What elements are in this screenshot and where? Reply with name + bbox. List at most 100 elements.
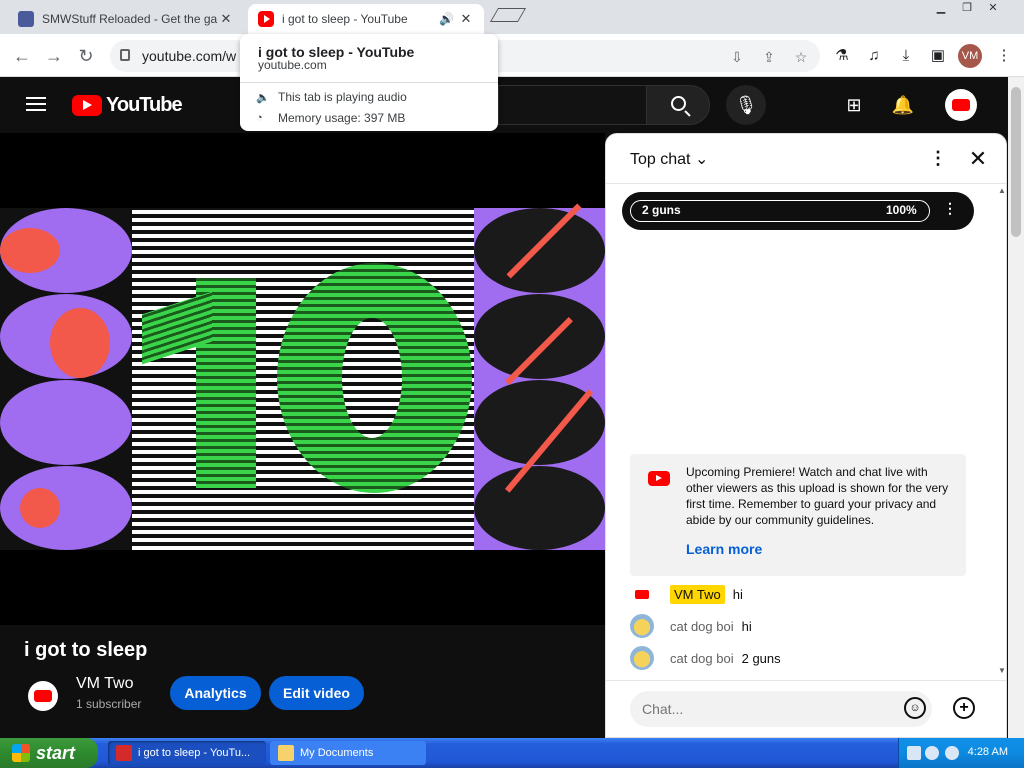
art-digit-zero-hole [342,318,402,438]
volume-icon[interactable] [945,746,959,760]
hovercard-audio-row: 🔈 This tab is playing audio [256,90,407,104]
youtube-masthead: YouTube 🎙 ⊞ 🔔 [0,77,1024,133]
gauge-icon: ◔ [256,112,263,124]
youtube-logo[interactable]: YouTube [72,94,183,117]
channel-avatar[interactable] [28,681,58,711]
chat-input[interactable] [630,691,932,727]
learn-more-link[interactable]: Learn more [686,541,762,557]
chat-more-options-icon[interactable]: ⋮ [928,148,948,169]
chat-message: cat dog boi hi [630,613,970,639]
close-chat-icon[interactable]: ✕ [966,146,990,172]
taskbar-clock[interactable]: 4:28 AM [968,746,1008,758]
guide-menu-icon[interactable] [26,97,46,111]
system-tray: 4:28 AM [898,738,1024,768]
lock-icon[interactable] [120,49,130,61]
taskbar-item-label: My Documents [300,747,374,759]
poll-option-label: 2 guns [642,203,681,217]
chat-mode-dropdown[interactable]: Top chat ⌄ [630,149,708,169]
chat-scrollbar[interactable]: ▲ ▼ [996,184,1006,680]
message-text: 2 guns [741,650,781,666]
taskbar-item-label: i got to sleep - YouTu... [138,747,251,759]
chat-message: VM Two hi [630,581,970,607]
create-video-icon[interactable]: ⊞ [842,93,866,117]
keyboard-icon[interactable] [907,746,921,760]
new-tab-button[interactable] [489,8,527,22]
window-controls: ▁ ❐ ✕ [928,0,1006,18]
art-circle [474,208,605,293]
search-input[interactable] [498,85,646,125]
bookmark-star-icon[interactable]: ☆ [792,48,810,66]
search-button[interactable] [646,85,710,125]
youtube-wordmark: YouTube [106,94,183,116]
speaker-icon[interactable]: 🔊 [439,12,454,26]
poll-more-options-icon[interactable]: ⋮ [942,200,958,217]
reload-icon[interactable]: ↻ [74,44,98,68]
search-icon [671,96,686,111]
art-circle [474,294,605,379]
labs-flask-icon[interactable]: ⚗ [832,46,852,66]
tab-title: i got to sleep - YouTube [282,12,408,26]
youtube-favicon-icon [258,11,274,27]
video-info: i got to sleep VM Two 1 subscriber Analy… [0,625,605,738]
chevron-down-icon: ⌄ [694,151,709,168]
chat-message: cat dog boi 2 guns [630,645,970,671]
downloads-icon[interactable]: ⤓ [896,46,916,66]
close-window-icon[interactable]: ✕ [980,0,1006,16]
taskbar-item-youtube[interactable]: i got to sleep - YouTu... [108,741,266,765]
minimize-icon[interactable]: ▁ [928,0,954,16]
analytics-button[interactable]: Analytics [170,676,261,710]
close-tab-icon[interactable]: ✕ [218,11,234,27]
back-arrow-icon[interactable]: ← [10,44,34,68]
forward-arrow-icon[interactable]: → [42,44,66,68]
scrollbar-thumb[interactable] [1011,87,1021,237]
notifications-bell-icon[interactable]: 🔔 [891,93,915,117]
emoji-icon[interactable]: ☺ [904,697,926,719]
install-app-icon[interactable]: ⇩ [728,48,746,66]
memory-usage-text: Memory usage: 397 MB [278,111,406,125]
channel-name[interactable]: VM Two [76,675,134,693]
premiere-notice-text: Upcoming Premiere! Watch and chat live w… [686,465,949,527]
author-avatar[interactable] [630,582,654,606]
youtube-logo-icon [648,471,670,486]
chrome-window-icon [116,745,132,761]
browser-tab-youtube[interactable]: i got to sleep - YouTube 🔊 ✕ [248,4,484,34]
account-avatar[interactable] [945,89,977,121]
scroll-down-arrow-icon[interactable]: ▼ [998,666,1006,675]
taskbar-item-my-documents[interactable]: My Documents [270,741,426,765]
share-icon[interactable]: ⇪ [760,48,778,66]
address-url[interactable]: youtube.com/w [142,48,236,64]
author-name[interactable]: VM Two [670,584,725,604]
tray-chevron-icon[interactable] [925,746,939,760]
add-icon[interactable]: + [953,697,975,719]
scroll-up-arrow-icon[interactable]: ▲ [998,186,1006,195]
art-striped-panel [132,208,474,550]
browser-toolbar: ← → ↻ youtube.com/w ⇩ ⇪ ☆ ⚗ ♫ ⤓ ▣ ⋮ [0,34,1024,77]
edit-video-button[interactable]: Edit video [269,676,364,710]
browser-tab-smwstuff[interactable]: SMWStuff Reloaded - Get the game ✕ [8,4,244,34]
tab-title: SMWStuff Reloaded - Get the game [42,12,218,26]
author-name[interactable]: cat dog boi [670,619,734,634]
divider [240,82,498,83]
subscriber-count: 1 subscriber [76,697,142,711]
page-scrollbar[interactable] [1008,77,1024,738]
profile-avatar[interactable]: VM [958,44,982,68]
video-title: i got to sleep [24,639,148,661]
art-circle [0,380,132,465]
author-name[interactable]: cat dog boi [670,651,734,666]
chrome-menu-icon[interactable]: ⋮ [994,46,1014,66]
restore-icon[interactable]: ❐ [954,0,980,16]
voice-search-mic-icon[interactable]: 🎙 [726,85,766,125]
close-tab-icon[interactable]: ✕ [458,11,474,27]
start-button[interactable]: start [0,738,98,768]
art-splotch [0,228,60,273]
live-chat-panel: Top chat ⌄ ⋮ ✕ 2 guns 100% ⋮ Upcoming Pr… [605,133,1007,738]
poll-banner[interactable]: 2 guns 100% ⋮ [622,192,974,230]
side-panel-icon[interactable]: ▣ [928,46,948,66]
art-splotch [50,308,110,378]
author-avatar[interactable] [630,646,654,670]
message-text: hi [732,586,743,602]
video-player[interactable] [0,133,605,625]
windows-taskbar: start i got to sleep - YouTu... My Docum… [0,738,1024,768]
author-avatar[interactable] [630,614,654,638]
media-controls-icon[interactable]: ♫ [864,46,884,66]
